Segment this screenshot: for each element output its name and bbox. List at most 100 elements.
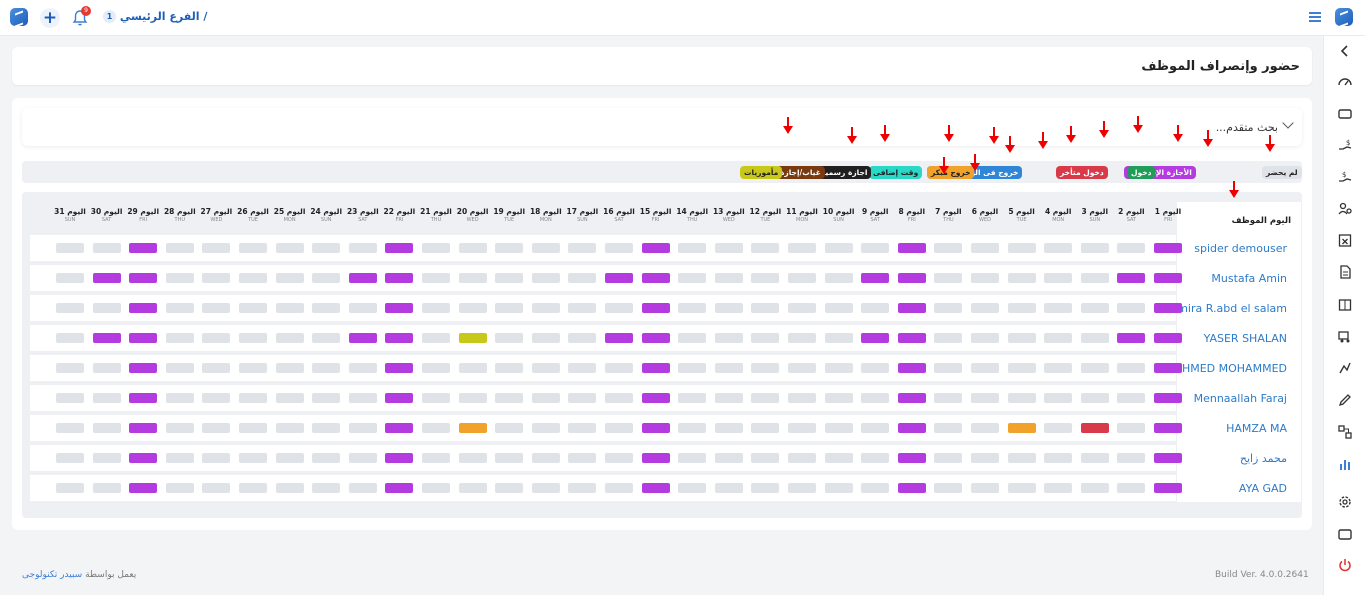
attendance-cell[interactable] xyxy=(202,393,231,403)
attendance-cell[interactable] xyxy=(678,273,707,283)
attendance-cell[interactable] xyxy=(971,453,999,463)
attendance-cell[interactable] xyxy=(897,243,926,253)
attendance-cell[interactable] xyxy=(202,453,231,463)
attendance-cell[interactable] xyxy=(531,333,560,343)
attendance-cell[interactable] xyxy=(458,453,487,463)
attendance-cell[interactable] xyxy=(458,243,487,253)
calendar-x-icon[interactable] xyxy=(1337,232,1353,248)
attendance-cell[interactable] xyxy=(129,363,158,373)
attendance-cell[interactable] xyxy=(641,393,670,403)
attendance-cell[interactable] xyxy=(714,243,743,253)
pen-icon[interactable] xyxy=(1337,392,1353,408)
attendance-cell[interactable] xyxy=(824,363,853,373)
attendance-cell[interactable] xyxy=(788,333,816,343)
attendance-cell[interactable] xyxy=(239,483,267,493)
menu-icon[interactable] xyxy=(1309,12,1321,22)
attendance-cell[interactable] xyxy=(568,483,597,493)
document-icon[interactable] xyxy=(1337,264,1353,280)
attendance-cell[interactable] xyxy=(678,483,707,493)
attendance-cell[interactable] xyxy=(934,273,963,283)
attendance-cell[interactable] xyxy=(312,483,341,493)
attendance-cell[interactable] xyxy=(422,273,450,283)
attendance-cell[interactable] xyxy=(605,333,633,343)
attendance-cell[interactable] xyxy=(422,243,450,253)
attendance-cell[interactable] xyxy=(56,423,84,433)
attendance-cell[interactable] xyxy=(824,303,853,313)
power-icon[interactable] xyxy=(1337,557,1353,573)
attendance-cell[interactable] xyxy=(531,453,560,463)
attendance-cell[interactable] xyxy=(1080,483,1109,493)
attendance-cell[interactable] xyxy=(92,303,121,313)
attendance-cell[interactable] xyxy=(568,273,597,283)
attendance-cell[interactable] xyxy=(129,423,158,433)
attendance-cell[interactable] xyxy=(1044,453,1073,463)
attendance-cell[interactable] xyxy=(495,363,524,373)
attendance-cell[interactable] xyxy=(971,483,999,493)
attendance-cell[interactable] xyxy=(1080,333,1109,343)
attendance-cell[interactable] xyxy=(824,243,853,253)
attendance-cell[interactable] xyxy=(1080,303,1109,313)
attendance-cell[interactable] xyxy=(422,333,450,343)
attendance-cell[interactable] xyxy=(788,363,816,373)
attendance-cell[interactable] xyxy=(641,423,670,433)
attendance-cell[interactable] xyxy=(348,303,377,313)
attendance-cell[interactable] xyxy=(312,423,341,433)
attendance-cell[interactable] xyxy=(641,453,670,463)
attendance-cell[interactable] xyxy=(824,273,853,283)
attendance-cell[interactable] xyxy=(348,423,377,433)
attendance-cell[interactable] xyxy=(239,363,267,373)
attendance-cell[interactable] xyxy=(275,243,304,253)
attendance-cell[interactable] xyxy=(1080,273,1109,283)
attendance-cell[interactable] xyxy=(971,303,999,313)
attendance-cell[interactable] xyxy=(165,303,194,313)
attendance-cell[interactable] xyxy=(824,453,853,463)
attendance-cell[interactable] xyxy=(897,423,926,433)
attendance-cell[interactable] xyxy=(385,303,414,313)
attendance-cell[interactable] xyxy=(385,333,414,343)
window-icon[interactable] xyxy=(1337,526,1353,542)
attendance-cell[interactable] xyxy=(605,303,633,313)
settings-icon[interactable] xyxy=(1337,494,1353,510)
attendance-cell[interactable] xyxy=(1080,243,1109,253)
dashboard-icon[interactable] xyxy=(1337,74,1353,90)
attendance-cell[interactable] xyxy=(312,453,341,463)
attendance-cell[interactable] xyxy=(897,273,926,283)
attendance-cell[interactable] xyxy=(1154,363,1182,373)
attendance-cell[interactable] xyxy=(56,363,84,373)
attendance-cell[interactable] xyxy=(385,423,414,433)
attendance-cell[interactable] xyxy=(129,273,158,283)
add-button[interactable]: + xyxy=(40,8,60,28)
attendance-cell[interactable] xyxy=(751,393,780,403)
attendance-cell[interactable] xyxy=(568,423,597,433)
attendance-cell[interactable] xyxy=(568,303,597,313)
attendance-cell[interactable] xyxy=(165,423,194,433)
money-hand-icon[interactable]: $ xyxy=(1337,137,1353,153)
attendance-cell[interactable] xyxy=(312,333,341,343)
attendance-cell[interactable] xyxy=(129,393,158,403)
attendance-cell[interactable] xyxy=(56,393,84,403)
attendance-cell[interactable] xyxy=(458,273,487,283)
attendance-cell[interactable] xyxy=(751,303,780,313)
users-gear-icon[interactable] xyxy=(1337,200,1353,216)
attendance-cell[interactable] xyxy=(202,363,231,373)
attendance-cell[interactable] xyxy=(714,423,743,433)
attendance-cell[interactable] xyxy=(422,453,450,463)
attendance-cell[interactable] xyxy=(971,393,999,403)
attendance-cell[interactable] xyxy=(897,453,926,463)
attendance-cell[interactable] xyxy=(897,483,926,493)
attendance-cell[interactable] xyxy=(531,363,560,373)
attendance-cell[interactable] xyxy=(202,333,231,343)
attendance-cell[interactable] xyxy=(641,483,670,493)
app-logo[interactable] xyxy=(10,8,28,26)
bar-chart-icon[interactable] xyxy=(1337,456,1353,472)
attendance-cell[interactable] xyxy=(1154,273,1182,283)
attendance-cell[interactable] xyxy=(788,483,816,493)
chart-check-icon[interactable] xyxy=(1337,360,1353,376)
attendance-cell[interactable] xyxy=(92,273,121,283)
attendance-cell[interactable] xyxy=(348,273,377,283)
attendance-cell[interactable] xyxy=(1044,393,1073,403)
attendance-cell[interactable] xyxy=(1044,243,1073,253)
attendance-cell[interactable] xyxy=(1044,423,1073,433)
employee-name-link[interactable]: AYA GAD xyxy=(1239,482,1287,495)
attendance-cell[interactable] xyxy=(239,333,267,343)
